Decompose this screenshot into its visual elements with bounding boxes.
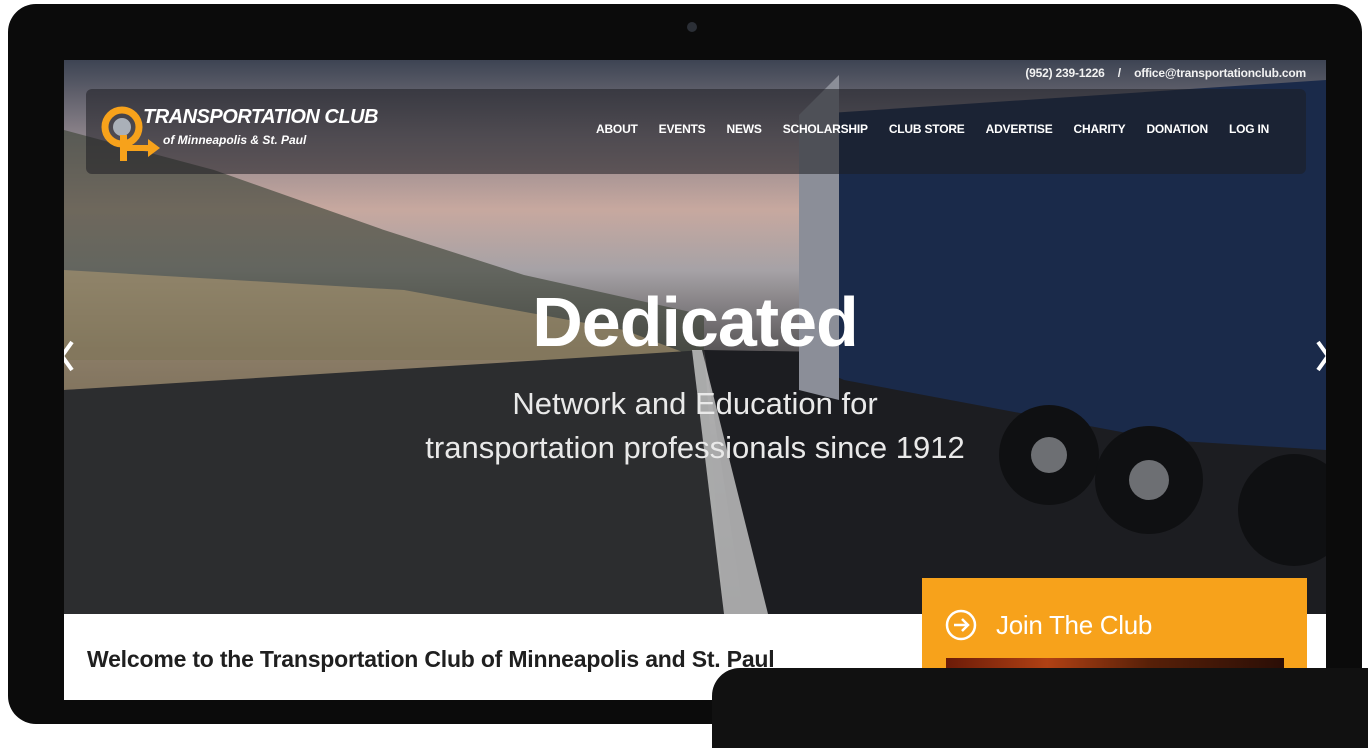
welcome-heading: Welcome to the Transportation Club of Mi… bbox=[87, 646, 775, 672]
camera-dot bbox=[687, 22, 697, 32]
nav-item-advertise[interactable]: ADVERTISE bbox=[986, 122, 1053, 136]
nav-item-events[interactable]: EVENTS bbox=[659, 122, 706, 136]
logo-subtitle: of Minneapolis & St. Paul bbox=[163, 133, 307, 147]
hero-subtitle: Network and Education for transportation… bbox=[64, 382, 1326, 470]
chevron-right-icon[interactable] bbox=[1314, 338, 1326, 374]
hero-title: Dedicated bbox=[532, 283, 859, 361]
hero-slider: (952) 239-1226 / office@transportationcl… bbox=[64, 60, 1326, 614]
nav-item-scholarship[interactable]: SCHOLARSHIP bbox=[783, 122, 868, 136]
main-navbar: TRANSPORTATION CLUB of Minneapolis & St.… bbox=[86, 89, 1306, 174]
phone-number[interactable]: (952) 239-1226 bbox=[1025, 66, 1104, 80]
nav-item-charity[interactable]: CHARITY bbox=[1074, 122, 1126, 136]
overlapping-device bbox=[712, 668, 1368, 748]
join-club-label[interactable]: Join The Club bbox=[996, 610, 1152, 641]
arrow-circle-right-icon[interactable] bbox=[944, 608, 978, 642]
website-screen: (952) 239-1226 / office@transportationcl… bbox=[64, 60, 1326, 700]
nav-item-about[interactable]: ABOUT bbox=[596, 122, 638, 136]
hero-subtitle-line-1: Network and Education for bbox=[512, 386, 878, 421]
nav-menu: ABOUT EVENTS NEWS SCHOLARSHIP CLUB STORE… bbox=[596, 122, 1269, 136]
hero-subtitle-line-2: transportation professionals since 1912 bbox=[425, 430, 965, 465]
nav-item-news[interactable]: NEWS bbox=[726, 122, 761, 136]
contact-bar: (952) 239-1226 / office@transportationcl… bbox=[1015, 66, 1306, 82]
email-link[interactable]: office@transportationclub.com bbox=[1134, 66, 1306, 80]
nav-item-log-in[interactable]: LOG IN bbox=[1229, 122, 1269, 136]
contact-separator: / bbox=[1117, 66, 1121, 80]
logo-title[interactable]: TRANSPORTATION CLUB bbox=[143, 106, 378, 129]
chevron-left-icon[interactable] bbox=[64, 338, 76, 374]
nav-item-club-store[interactable]: CLUB STORE bbox=[889, 122, 965, 136]
nav-item-donation[interactable]: DONATION bbox=[1146, 122, 1208, 136]
